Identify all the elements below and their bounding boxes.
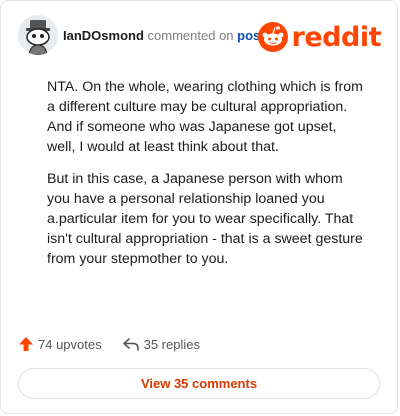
comment-card: IanDOsmond commented on post reddit NTA.… xyxy=(0,0,398,414)
comment-header: IanDOsmond commented on post reddit xyxy=(18,15,382,55)
reddit-snoo-icon xyxy=(257,22,288,52)
reddit-wordmark: reddit xyxy=(291,21,382,53)
view-comments-button[interactable]: View 35 comments xyxy=(18,368,380,399)
reddit-logo[interactable]: reddit xyxy=(257,20,382,54)
replies-button[interactable]: 35 replies xyxy=(122,336,200,352)
comment-paragraph: But in this case, a Japanese person with… xyxy=(47,171,363,267)
byline: IanDOsmond commented on post xyxy=(63,28,265,43)
reply-count: 35 replies xyxy=(143,336,200,352)
comment-paragraph: NTA. On the whole, wearing clothing whic… xyxy=(47,79,363,155)
upvote-button[interactable]: 74 upvotes xyxy=(18,336,102,352)
upvote-count: 74 upvotes xyxy=(38,336,102,352)
avatar[interactable] xyxy=(18,15,58,55)
snoo-avatar-icon xyxy=(18,15,58,55)
reply-arrow-icon xyxy=(122,338,139,351)
byline-action-text: commented on xyxy=(147,28,234,43)
comment-body: NTA. On the whole, wearing clothing whic… xyxy=(47,77,367,281)
comment-actions: 74 upvotes 35 replies xyxy=(18,333,220,355)
upvote-arrow-icon xyxy=(19,337,33,351)
username-link[interactable]: IanDOsmond xyxy=(63,28,144,43)
